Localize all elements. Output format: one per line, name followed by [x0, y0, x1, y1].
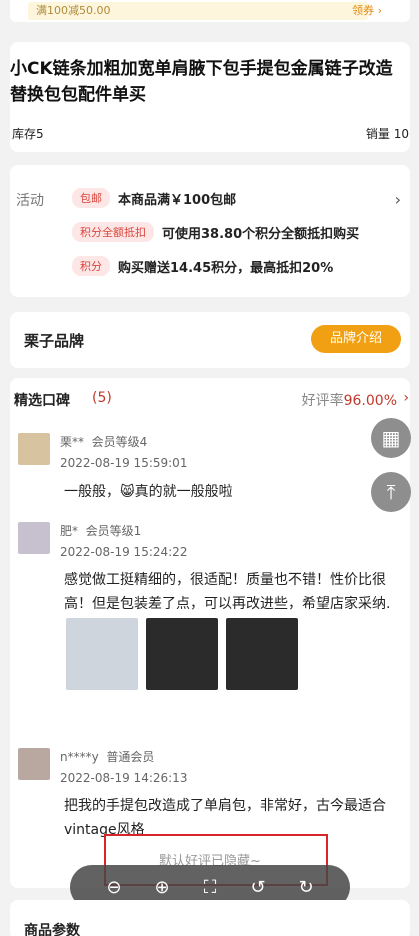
rating-label-text: 好评率	[301, 393, 344, 409]
avatar	[18, 748, 50, 780]
review-username: 栗**	[60, 435, 85, 449]
review-photo[interactable]	[146, 618, 218, 690]
review-time: 2022-08-19 15:59:01	[60, 456, 188, 470]
brand-intro-button[interactable]: 品牌介绍	[311, 325, 401, 353]
avatar	[18, 522, 50, 554]
review-time: 2022-08-19 14:26:13	[60, 771, 188, 785]
chevron-right-icon[interactable]: ›	[403, 390, 409, 406]
review-user: 栗** 会员等级4	[60, 433, 147, 450]
review-username: n****y	[60, 750, 99, 764]
reviews-count: (5)	[92, 390, 112, 406]
rotate-left-icon[interactable]: ↺	[244, 877, 272, 898]
activity-text: 本商品满￥100包邮	[118, 192, 237, 208]
rating-label[interactable]: 好评率96.00%	[302, 390, 397, 410]
avatar	[18, 433, 50, 465]
review-time: 2022-08-19 15:24:22	[60, 545, 188, 559]
back-to-top-icon[interactable]: ⤒	[371, 472, 411, 512]
review-level: 普通会员	[106, 750, 155, 764]
activity-label: 活动	[16, 193, 44, 209]
reviews-title: 精选口碑	[14, 393, 70, 409]
review-user: n****y 普通会员	[60, 748, 154, 765]
coupon-bar: 满100减50.00 领券 ›	[10, 0, 410, 22]
activity-text: 购买赠送14.45积分，最高抵扣20%	[118, 260, 334, 276]
params-title: 商品参数	[24, 923, 80, 936]
zoom-in-icon[interactable]: ⊕	[148, 877, 176, 898]
coupon-chip: 满100减50.00	[28, 2, 368, 20]
review-photo[interactable]	[226, 618, 298, 690]
stock-text: 库存5	[12, 127, 44, 141]
get-coupon-link[interactable]: 领券 ›	[352, 2, 382, 20]
fullscreen-icon[interactable]: ⛶	[196, 877, 224, 898]
review-photo[interactable]	[66, 618, 138, 690]
free-shipping-tag: 包邮	[72, 188, 110, 208]
activity-text: 可使用38.80个积分全额抵扣购买	[162, 226, 360, 242]
review-level: 会员等级1	[85, 524, 142, 538]
review-username: 肥*	[60, 524, 79, 538]
rotate-right-icon[interactable]: ↻	[292, 877, 320, 898]
review-text: 感觉做工挺精细的，很适配！质量也不错！性价比很高！但是包装差了点，可以再改进些，…	[64, 572, 391, 612]
zoom-out-icon[interactable]: ⊖	[100, 877, 128, 898]
product-title: 小CK链条加粗加宽单肩腋下包手提包金属链子改造替换包包配件单买	[10, 59, 393, 105]
review-level: 会员等级4	[91, 435, 148, 449]
activity-row: 包邮 本商品满￥100包邮	[72, 188, 236, 208]
points-deduct-tag: 积分全额抵扣	[72, 222, 154, 242]
activity-row: 积分全额抵扣 可使用38.80个积分全额抵扣购买	[72, 222, 359, 242]
points-tag: 积分	[72, 256, 110, 276]
chevron-right-icon[interactable]: ›	[395, 190, 401, 209]
sales-text: 销量 10	[365, 127, 409, 141]
review-user: 肥* 会员等级1	[60, 522, 141, 539]
qr-icon[interactable]: ▦	[371, 418, 411, 458]
review-text: 一般般，😸真的就一般般啦	[64, 484, 233, 500]
rating-value: 96.00%	[343, 393, 397, 409]
activity-row: 积分 购买赠送14.45积分，最高抵扣20%	[72, 256, 333, 276]
brand-name: 栗子品牌	[24, 332, 85, 350]
